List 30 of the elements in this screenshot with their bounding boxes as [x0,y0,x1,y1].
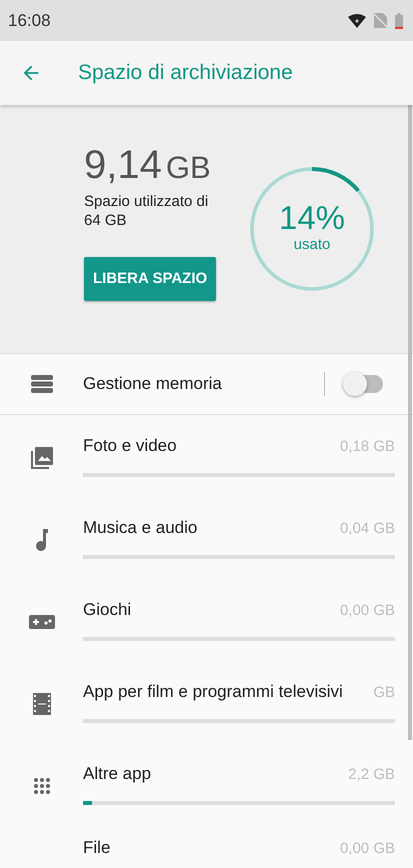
category-size: 0,00 GB [340,839,395,859]
category-size: 0,18 GB [340,437,395,457]
category-label: Musica e audio [83,517,198,539]
setting-label: Gestione memoria [83,373,223,396]
apps-grid-icon [32,777,50,795]
category-label: Giochi [83,599,132,621]
battery-icon [395,12,403,28]
category-label: Altre app [83,763,152,785]
wifi-icon [348,14,366,28]
category-size: 0,04 GB [340,519,395,539]
screen-title: Spazio di archiviazione [78,60,293,86]
film-strip-icon [32,693,50,715]
category-size: 2,2 GB [348,765,395,785]
usage-label: usato [294,235,330,256]
category-size: GB [373,683,395,703]
photos-icon [30,447,52,469]
used-amount: 9,14 GB [84,145,212,185]
category-label: App per film e programmi televisivi [83,681,344,703]
category-label: Foto e video [83,435,178,457]
usage-percent: 14% [278,201,346,234]
no-sim-icon [374,13,387,28]
toggle-switch[interactable] [345,375,383,393]
category-label: File [83,837,112,859]
category-size: 0,00 GB [340,601,395,621]
free-space-button[interactable]: LIBERA SPAZIO [84,256,216,301]
gamepad-icon [28,615,54,629]
storage-icon [30,375,52,393]
usage-caption: Spazio utilizzato di 64 GB [84,193,210,230]
status-time: 16:08 [8,10,51,32]
music-note-icon [36,529,48,551]
